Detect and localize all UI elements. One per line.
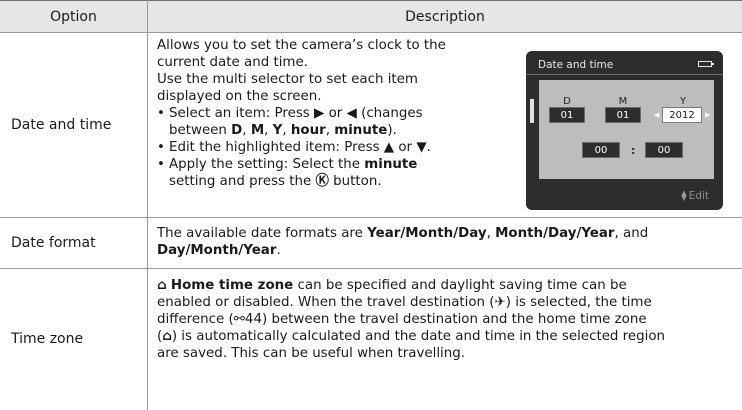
header-option: Option xyxy=(50,9,97,25)
edit-label: Edit xyxy=(688,190,709,202)
settings-table: Option Description Date and time Allows … xyxy=(0,0,742,410)
description-line: (⌂) is automatically calculated and the … xyxy=(157,328,737,345)
separator: , and xyxy=(614,226,649,241)
option-date-format: Date format xyxy=(0,218,147,268)
description-line: current date and time. xyxy=(157,55,308,70)
screen-title: Date and time xyxy=(538,59,614,71)
left-arrow-icon: ◀ xyxy=(654,111,660,119)
screen-divider xyxy=(526,74,723,75)
bullet-text: between xyxy=(169,123,232,138)
option-label: Time zone xyxy=(11,331,84,347)
right-arrow-icon: ▶ xyxy=(705,111,711,119)
format-ymd: Year/Month/Day xyxy=(367,226,487,241)
month-field: 01 xyxy=(605,107,641,123)
up-down-icon: ▲ ▼ xyxy=(681,189,687,202)
ok-button-icon: Ⓚ xyxy=(315,174,329,189)
description-line: The available date formats are Year/Mont… xyxy=(157,225,729,259)
description-line: ⌂ Home time zone can be specified and da… xyxy=(157,277,737,294)
bullet-edit-item: Edit the highlighted item: Press ▲ or ▼. xyxy=(157,139,509,156)
key-y: Y xyxy=(272,123,283,138)
separator: , xyxy=(486,226,496,241)
key-hour: hour xyxy=(290,123,326,138)
description-line: are saved. This can be useful when trave… xyxy=(157,346,466,361)
time-colon: : xyxy=(631,144,636,157)
bullet-apply-setting: Apply the setting: Select the minute set… xyxy=(157,156,509,190)
column-divider xyxy=(147,0,148,410)
description-line: enabled or disabled. When the travel des… xyxy=(157,295,652,310)
description-text: ) is automatically calculated and the da… xyxy=(171,329,666,344)
table-header: Option Description xyxy=(0,0,742,32)
bullet-text: setting and press the xyxy=(169,174,316,189)
minute-field: 00 xyxy=(645,142,683,158)
description-text: The available date formats are xyxy=(157,226,368,241)
key-minute: minute xyxy=(334,123,388,138)
bullet-text: Apply the setting: Select the xyxy=(169,157,365,172)
edit-hint: ▲ ▼ Edit xyxy=(681,188,709,205)
scrollbar-indicator xyxy=(530,99,534,123)
option-label: Date format xyxy=(11,234,96,251)
battery-icon xyxy=(698,61,714,67)
description-date-format: The available date formats are Year/Mont… xyxy=(157,225,729,259)
option-time-zone: Time zone xyxy=(0,269,147,410)
home-icon: ⌂ xyxy=(162,329,172,344)
header-description: Description xyxy=(405,9,485,25)
bullet-text: button. xyxy=(328,174,382,189)
description-time-zone: ⌂ Home time zone can be specified and da… xyxy=(157,277,737,362)
option-label: Date and time xyxy=(11,116,112,133)
year-field: 2012 xyxy=(662,107,702,123)
separator: . xyxy=(276,243,281,258)
description-line: Allows you to set the camera’s clock to … xyxy=(157,38,446,53)
description-text: can be specified and daylight saving tim… xyxy=(293,278,627,293)
home-time-zone-label: Home time zone xyxy=(170,278,294,293)
key-m: M xyxy=(250,123,265,138)
day-field: 01 xyxy=(549,107,585,123)
description-line: difference (⚯44) between the travel dest… xyxy=(157,312,647,327)
description-line: displayed on the screen. xyxy=(157,89,322,104)
format-mdy: Month/Day/Year xyxy=(495,226,615,241)
home-icon: ⌂ xyxy=(157,278,167,293)
key-d: D xyxy=(231,123,243,138)
key-minute: minute xyxy=(364,157,418,172)
bullet-text: ). xyxy=(387,123,397,138)
bullet-select-item: Select an item: Press ▶ or ◀ (changes be… xyxy=(157,105,509,139)
option-date-and-time: Date and time xyxy=(0,33,147,217)
description-line: Use the multi selector to set each item xyxy=(157,72,418,87)
description-date-and-time: Allows you to set the camera’s clock to … xyxy=(157,37,509,190)
camera-screen-illustration: Date and time D M Y 01 01 ◀ 2012 ▶ 00 : … xyxy=(526,51,723,210)
format-dmy: Day/Month/Year xyxy=(157,243,277,258)
bullet-text: Select an item: Press ▶ or ◀ (changes xyxy=(169,106,423,121)
hour-field: 00 xyxy=(582,142,620,158)
